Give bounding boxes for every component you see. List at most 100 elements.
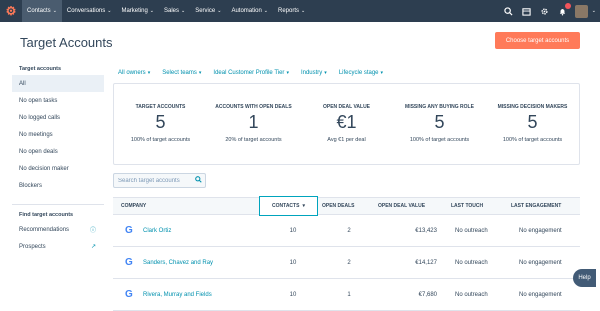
card-subtext: 20% of target accounts [225,137,282,143]
nav-label: Reports [278,8,300,14]
nav-service[interactable]: Service ⌄ [190,0,226,22]
filter-label: Industry [300,70,323,76]
sidebar-item-prospects[interactable]: Prospects ↗ [12,238,104,255]
deal-value-cell: €14,127 [415,259,437,266]
table-row[interactable]: G Clark Ortiz 10 2 €13,423 No outreach N… [113,215,580,247]
nav-contacts[interactable]: Contacts ⌄ [22,0,62,22]
card-target-accounts[interactable]: TARGET ACCOUNTS 5 100% of target account… [114,84,207,164]
col-open-deal-value[interactable]: OPEN DEAL VALUE [370,203,425,209]
chevron-down-icon: ▾ [286,70,289,76]
sort-down-icon: ▾ [302,203,305,209]
chevron-down-icon: ⌄ [149,8,154,14]
chevron-down-icon: ⌄ [263,8,268,14]
sidebar-item-no-logged-calls[interactable]: No logged calls [12,109,104,126]
sidebar-heading-find: Find target accounts [19,212,74,218]
marketplace-icon[interactable] [521,5,533,17]
choose-target-accounts-button[interactable]: Choose target accounts [495,32,580,49]
chevron-down-icon[interactable]: ⌄ [592,8,596,14]
search-placeholder: Search target accounts [118,177,180,184]
card-value: 5 [527,112,538,132]
chevron-down-icon: ▾ [147,70,151,76]
sidebar-item-no-open-deals[interactable]: No open deals [12,143,104,160]
card-open-deal-value[interactable]: OPEN DEAL VALUE €1 Avg €1 per deal [300,84,393,164]
card-value: 5 [155,112,166,132]
table-row[interactable]: G Rivera, Murray and Fields 10 1 €7,680 … [113,279,580,311]
nav-reports[interactable]: Reports ⌄ [273,0,310,22]
chevron-down-icon: ⌄ [217,8,222,14]
table-header: COMPANY CONTACTS ▾ OPEN DEALS OPEN DEAL V… [113,196,580,216]
company-link[interactable]: Clark Ortiz [143,228,265,234]
search-icon[interactable] [191,176,205,185]
filter-label: Select teams [162,70,197,76]
last-engagement-cell: No engagement [519,227,562,234]
table-row[interactable]: G Sanders, Chavez and Ray 10 2 €14,127 N… [113,247,580,279]
info-icon[interactable]: ⓘ [90,225,96,234]
search-input[interactable]: Search target accounts [113,173,206,188]
nav-conversations[interactable]: Conversations ⌄ [62,0,117,22]
sidebar-item-no-open-tasks[interactable]: No open tasks [12,92,104,109]
col-last-engagement[interactable]: LAST ENGAGEMENT [503,203,561,209]
nav-sales[interactable]: Sales ⌄ [159,0,190,22]
nav-right-tools: ⌄ [503,0,600,22]
filter-label: Ideal Customer Profile Tier [213,70,285,76]
chevron-down-icon: ⌄ [181,8,186,14]
card-header: MISSING DECISION MAKERS [497,104,568,110]
filter-label: All owners [118,70,146,76]
nav-label: Sales [164,8,180,14]
nav-label: Service [195,8,216,14]
page-title: Target Accounts [20,35,113,50]
contacts-cell: 10 [289,227,297,234]
notification-badge [564,3,571,9]
last-engagement-cell: No engagement [519,259,562,266]
sidebar-item-no-decision-maker[interactable]: No decision maker [12,160,104,177]
deal-value-cell: €13,423 [415,227,437,234]
col-last-touch[interactable]: LAST TOUCH [443,203,483,209]
col-contacts[interactable]: CONTACTS ▾ [259,196,318,216]
card-header: OPEN DEAL VALUE [322,104,371,110]
nav-label: Marketing [121,8,148,14]
sidebar-item-all[interactable]: All [12,75,104,92]
nav-label: Contacts [27,8,51,14]
card-subtext: 100% of target accounts [409,137,470,143]
chevron-down-icon: ▾ [324,70,327,76]
avatar[interactable] [574,4,588,18]
external-link-icon[interactable]: ↗ [91,243,96,250]
sidebar-item-label: Recommendations [19,226,70,233]
card-subtext: 100% of target accounts [130,137,191,143]
nav-marketing[interactable]: Marketing ⌄ [116,0,159,22]
top-nav: ⚙ Contacts ⌄ Conversations ⌄ Marketing ⌄ Sa… [0,0,600,22]
sidebar-item-no-meetings[interactable]: No meetings [12,126,104,143]
last-touch-cell: No outreach [455,227,488,234]
filter-industry[interactable]: Industry ▾ [301,70,327,76]
sidebar-item-recommendations[interactable]: Recommendations ⓘ [12,221,104,238]
search-icon[interactable] [503,5,515,17]
card-subtext: Avg €1 per deal [327,137,366,143]
filter-teams[interactable]: Select teams ▾ [162,70,201,76]
sidebar: Target accounts All No open tasks No log… [12,63,104,255]
help-button[interactable]: Help [573,269,596,287]
nav-automation[interactable]: Automation ⌄ [226,0,273,22]
chevron-down-icon: ⌄ [52,8,57,14]
last-touch-cell: No outreach [455,259,488,266]
hubspot-logo-icon[interactable]: ⚙ [0,0,22,22]
sidebar-item-blockers[interactable]: Blockers [12,177,104,194]
chevron-down-icon: ⌄ [107,8,112,14]
card-missing-buying-role[interactable]: MISSING ANY BUYING ROLE 5 100% of target… [393,84,486,164]
google-logo-icon: G [125,224,133,236]
filter-icp-tier[interactable]: Ideal Customer Profile Tier ▾ [213,70,289,76]
card-header: ACCOUNTS WITH OPEN DEALS [215,104,292,110]
card-accounts-with-open-deals[interactable]: ACCOUNTS WITH OPEN DEALS 1 20% of target… [207,84,300,164]
filter-lifecycle-stage[interactable]: Lifecycle stage ▾ [339,70,383,76]
card-value: 1 [248,112,259,132]
col-open-deals[interactable]: OPEN DEALS [314,203,355,209]
filter-owners[interactable]: All owners ▾ [118,70,150,76]
sidebar-divider [12,204,104,205]
card-header: TARGET ACCOUNTS [135,104,186,110]
contacts-cell: 10 [289,259,297,266]
gear-icon[interactable] [539,5,551,17]
chevron-down-icon: ▾ [380,70,384,76]
company-link[interactable]: Sanders, Chavez and Ray [143,260,265,266]
col-company[interactable]: COMPANY [113,203,259,209]
card-missing-decision-makers[interactable]: MISSING DECISION MAKERS 5 100% of target… [486,84,579,164]
bell-icon[interactable] [557,3,571,17]
